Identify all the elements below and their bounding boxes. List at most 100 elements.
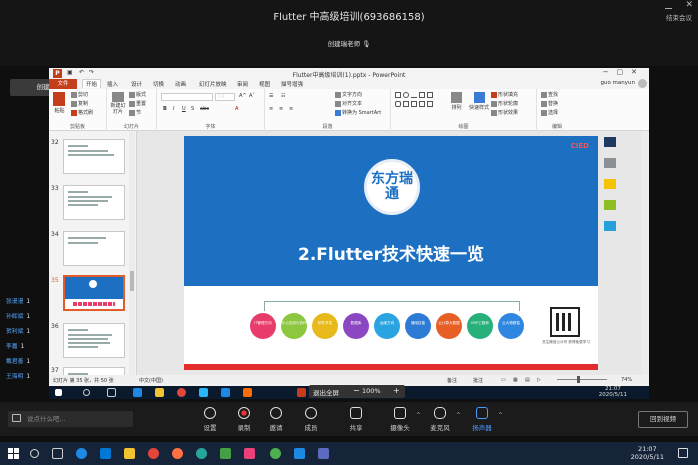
return-to-video-button[interactable]: 回到视频 xyxy=(638,411,688,428)
start-icon[interactable] xyxy=(55,389,62,396)
app-icon[interactable] xyxy=(199,388,208,397)
tab-review[interactable]: 审阅 xyxy=(237,80,248,88)
participant-item[interactable]: 贺利斌 1 xyxy=(0,325,46,340)
scrollbar-thumb[interactable] xyxy=(130,271,134,291)
participant-item[interactable]: 李嘉 1 xyxy=(0,340,46,355)
windows-start-icon[interactable] xyxy=(8,448,19,459)
zoom-level[interactable]: 100% xyxy=(362,387,381,395)
shrink-font-button[interactable]: Aˇ xyxy=(249,93,255,99)
tab-animations[interactable]: 动画 xyxy=(175,80,186,88)
close-icon[interactable]: ✕ xyxy=(685,0,693,10)
app-icon[interactable] xyxy=(244,448,255,459)
participant-item[interactable]: 王海明 1 xyxy=(0,370,46,385)
taskview-icon[interactable] xyxy=(107,388,116,397)
sorter-view-icon[interactable]: ▦ xyxy=(513,377,518,383)
layout-button[interactable]: 版式 xyxy=(129,91,146,98)
notification-icon[interactable] xyxy=(678,448,688,458)
tab-transitions[interactable]: 切换 xyxy=(153,80,164,88)
invite-button[interactable]: 邀请 xyxy=(256,407,296,432)
vscode-icon[interactable] xyxy=(221,388,230,397)
explorer-icon[interactable] xyxy=(155,388,164,397)
zoom-slider-knob[interactable] xyxy=(577,376,580,383)
canvas-scrollbar[interactable] xyxy=(641,131,649,375)
bullets-button[interactable]: ☰ xyxy=(269,93,273,99)
chevron-up-icon[interactable]: ^ xyxy=(456,412,461,419)
taskview-icon[interactable] xyxy=(52,448,63,459)
app-icon[interactable] xyxy=(196,448,207,459)
text-direction-button[interactable]: 文字方向 xyxy=(335,91,362,98)
zoom-percent[interactable]: 74% xyxy=(621,377,632,383)
tab-slideshow[interactable]: 幻灯片放映 xyxy=(199,80,227,88)
slide-thumbnail[interactable] xyxy=(63,231,125,266)
share-button[interactable]: 共享 xyxy=(336,407,376,432)
find-button[interactable]: 查找 xyxy=(541,91,558,98)
slide-thumbnail[interactable] xyxy=(63,139,125,174)
slide-thumbnail[interactable] xyxy=(63,185,125,220)
align-right-button[interactable]: ≡ xyxy=(289,106,293,112)
chrome-icon[interactable] xyxy=(177,388,186,397)
shapes-gallery[interactable] xyxy=(395,92,447,118)
font-name-select[interactable] xyxy=(161,93,213,101)
reset-button[interactable]: 重置 xyxy=(129,100,146,107)
smartart-button[interactable]: 转换为 SmartArt xyxy=(335,109,381,116)
zoom-in-button[interactable]: + xyxy=(393,386,400,395)
edge-icon[interactable] xyxy=(133,388,142,397)
quick-styles-button[interactable]: 快速样式 xyxy=(469,92,489,111)
exit-fullscreen-button[interactable]: 退出全屏 xyxy=(313,387,339,397)
explorer-icon[interactable] xyxy=(124,448,135,459)
powerpoint-icon[interactable] xyxy=(297,388,306,397)
font-color-button[interactable]: A xyxy=(235,106,238,112)
window-controls[interactable]: −▢✕ xyxy=(603,68,645,76)
wechat-icon[interactable] xyxy=(270,448,281,459)
members-button[interactable]: 成员 xyxy=(291,407,331,432)
shape-outline-button[interactable]: 形状轮廓 xyxy=(491,100,518,107)
align-left-button[interactable]: ≡ xyxy=(269,106,273,112)
shape-fill-button[interactable]: 形状填充 xyxy=(491,91,518,98)
chrome-icon[interactable] xyxy=(148,448,159,459)
section-button[interactable]: 节 xyxy=(129,109,141,116)
slide-thumbnail[interactable] xyxy=(63,323,125,358)
app-icon[interactable] xyxy=(318,448,329,459)
chevron-up-icon[interactable]: ^ xyxy=(498,412,503,419)
slide-thumbnail-selected[interactable] xyxy=(63,275,125,311)
zoom-slider[interactable] xyxy=(557,379,607,380)
shadow-button[interactable]: S xyxy=(191,106,194,112)
normal-view-icon[interactable]: ▭ xyxy=(501,377,506,383)
app-icon[interactable] xyxy=(243,388,252,397)
tab-home[interactable]: 开始 xyxy=(82,79,102,88)
camera-button[interactable]: 摄像头 xyxy=(380,407,420,432)
edge-icon[interactable] xyxy=(76,448,87,459)
app-icon[interactable] xyxy=(172,448,183,459)
slideshow-view-icon[interactable]: ▷ xyxy=(537,377,541,383)
align-center-button[interactable]: ≡ xyxy=(279,106,283,112)
replace-button[interactable]: 替换 xyxy=(541,100,558,107)
shape-effects-button[interactable]: 形状效果 xyxy=(491,109,518,116)
font-size-select[interactable]: 14 xyxy=(215,93,235,101)
tab-addin[interactable]: 描号增强 xyxy=(281,80,303,88)
zoom-out-button[interactable]: − xyxy=(353,386,360,395)
speaker-button[interactable]: 扬声器 xyxy=(462,407,502,432)
underline-button[interactable]: U xyxy=(182,106,186,112)
avatar[interactable] xyxy=(638,79,647,88)
chat-input[interactable]: 说点什么吧... xyxy=(8,411,133,427)
meeting-app-icon[interactable] xyxy=(294,448,305,459)
bold-button[interactable]: B xyxy=(163,106,167,112)
outlook-icon[interactable] xyxy=(100,448,111,459)
new-slide-button[interactable]: 新建幻灯片 xyxy=(110,92,126,115)
wechat-work-icon[interactable] xyxy=(220,448,231,459)
search-icon[interactable] xyxy=(30,449,39,458)
minimize-icon[interactable] xyxy=(665,2,672,9)
paste-button[interactable]: 粘贴 xyxy=(53,92,66,114)
slide-thumbnail[interactable] xyxy=(63,367,125,375)
grow-font-button[interactable]: A^ xyxy=(239,93,247,99)
participant-item[interactable]: 戴君善 1 xyxy=(0,355,46,370)
notes-button[interactable]: 备注 xyxy=(447,377,457,384)
arrange-button[interactable]: 排列 xyxy=(451,92,462,111)
search-icon[interactable] xyxy=(83,389,90,396)
user-name[interactable]: guo manyun xyxy=(600,80,635,86)
align-text-button[interactable]: 对齐文本 xyxy=(335,100,362,107)
comments-button[interactable]: 批注 xyxy=(473,377,483,384)
numbering-button[interactable]: ☷ xyxy=(281,93,285,99)
cut-button[interactable]: 剪切 xyxy=(71,91,88,98)
select-button[interactable]: 选择 xyxy=(541,109,558,116)
